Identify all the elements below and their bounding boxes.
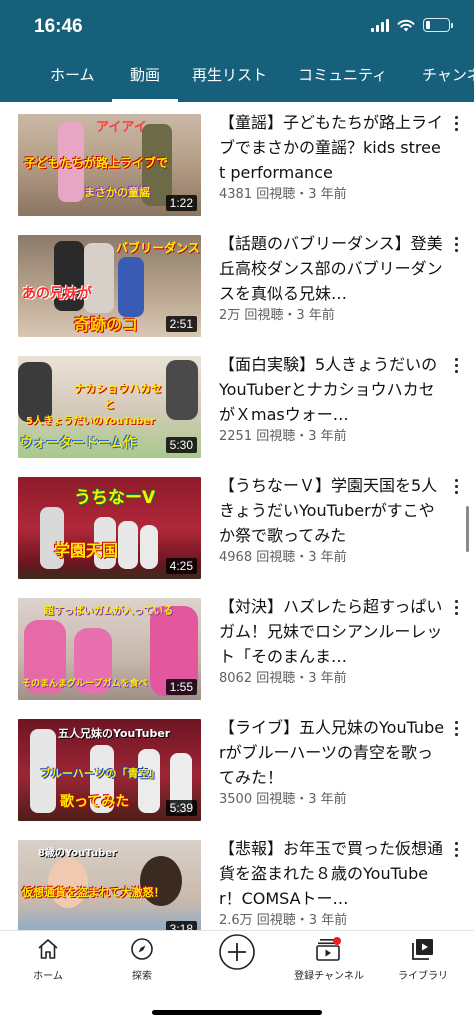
thumbnail-text: アイアイ <box>96 120 147 135</box>
duration-badge: 1:55 <box>165 679 197 695</box>
nav-explore[interactable]: 探索 <box>97 937 187 982</box>
thumbnail-text: 五人兄妹のYouTuber <box>58 727 171 740</box>
video-title[interactable]: 【対決】ハズレたら超すっぱいガム！兄妹でロシアンルーレット「そのまんま… <box>219 594 445 669</box>
tab-home[interactable]: ホーム <box>50 58 95 102</box>
video-title[interactable]: 【悲報】お年玉で買った仮想通貨を盗まれた８歳のYouTuber！COMSAトー… <box>219 836 445 911</box>
thumbnail-text: まさかの童謡 <box>84 186 150 199</box>
nav-home[interactable]: ホーム <box>3 937 93 982</box>
subscriptions-icon <box>316 937 341 961</box>
thumbnail-text: 5人きょうだいのYouTuber <box>26 416 155 427</box>
tab-channels[interactable]: チャンネル <box>422 58 474 102</box>
video-title[interactable]: 【話題のバブリーダンス】登美丘高校ダンス部のバブリーダンスを真似る兄妹… <box>219 231 445 306</box>
video-meta: 2251 回視聴・3 年前 <box>219 429 347 444</box>
battery-icon <box>423 18 453 32</box>
nav-library-label: ライブラリ <box>398 971 448 982</box>
video-meta: 2万 回視聴・3 年前 <box>219 308 335 323</box>
video-thumbnail[interactable]: 超すっぱいガムが入っている そのまんまグループガムを食べ 1:55 <box>18 598 201 700</box>
nav-create[interactable] <box>192 933 282 977</box>
duration-badge: 3:18 <box>165 921 197 930</box>
thumbnail-text: 仮想通貨を盗まれて大激怒！ <box>22 886 165 899</box>
nav-subscriptions[interactable]: 登録チャンネル <box>284 937 374 982</box>
more-options-icon[interactable] <box>449 354 463 376</box>
thumbnail-text: 奇跡のコ <box>74 315 139 334</box>
thumbnail-text: 子どもたちが路上ライブで <box>24 156 169 170</box>
more-options-icon[interactable] <box>449 596 463 618</box>
thumbnail-text: と <box>104 398 115 411</box>
tab-videos[interactable]: 動画 <box>112 58 178 102</box>
create-plus-icon <box>219 934 255 970</box>
video-thumbnail[interactable]: アイアイ 子どもたちが路上ライブで まさかの童謡 1:22 <box>18 114 201 216</box>
thumbnail-text: バブリーダンス <box>116 241 200 255</box>
tab-playlists[interactable]: 再生リスト <box>192 58 267 102</box>
scrollbar[interactable] <box>466 506 469 552</box>
video-meta: 8062 回視聴・3 年前 <box>219 671 347 686</box>
video-meta: 4968 回視聴・3 年前 <box>219 550 347 565</box>
status-time: 16:46 <box>34 16 83 37</box>
duration-badge: 4:25 <box>165 558 197 574</box>
more-options-icon[interactable] <box>449 838 463 860</box>
video-meta: 3500 回視聴・3 年前 <box>219 792 347 807</box>
thumbnail-text: 歌ってみた <box>60 794 130 810</box>
thumbnail-text: そのまんまグループガムを食べ <box>22 679 148 689</box>
duration-badge: 5:39 <box>165 800 197 816</box>
video-item[interactable]: うちなーV 学園天国 4:25 【うちなーＶ】学園天国を5人きょうだいYouTu… <box>0 465 474 585</box>
status-icons <box>371 18 453 32</box>
thumbnail-text: ウォータードーム作 <box>20 436 137 451</box>
thumbnail-text: 学園天国 <box>54 541 119 560</box>
duration-badge: 2:51 <box>165 316 197 332</box>
nav-subscriptions-label: 登録チャンネル <box>294 971 364 982</box>
video-title[interactable]: 【ライブ】五人兄妹のYouTuberがブルーハーツの青空を歌ってみた！ <box>219 715 445 790</box>
video-thumbnail[interactable]: うちなーV 学園天国 4:25 <box>18 477 201 579</box>
thumbnail-text: うちなーV <box>74 488 156 508</box>
video-title[interactable]: 【童謡】子どもたちが路上ライブでまさかの童謡？kids street perfo… <box>219 110 445 185</box>
video-item[interactable]: 五人兄妹のYouTuber ブルーハーツの「青空」 歌ってみた 5:39 【ライ… <box>0 707 474 827</box>
more-options-icon[interactable] <box>449 475 463 497</box>
more-options-icon[interactable] <box>449 112 463 134</box>
wifi-icon <box>397 19 415 31</box>
video-item[interactable]: 8歳のYouTuber 仮想通貨を盗まれて大激怒！ 3:18 【悲報】お年玉で買… <box>0 828 474 930</box>
thumbnail-text: 8歳のYouTuber <box>38 848 117 859</box>
status-bar: 16:46 <box>0 0 474 58</box>
duration-badge: 1:22 <box>165 195 197 211</box>
video-thumbnail[interactable]: 五人兄妹のYouTuber ブルーハーツの「青空」 歌ってみた 5:39 <box>18 719 201 821</box>
thumbnail-text: ブルーハーツの「青空」 <box>40 767 161 780</box>
nav-home-label: ホーム <box>33 971 63 982</box>
video-list: アイアイ 子どもたちが路上ライブで まさかの童謡 1:22 【童謡】子どもたちが… <box>0 102 474 930</box>
more-options-icon[interactable] <box>449 233 463 255</box>
home-icon <box>38 939 58 959</box>
video-item[interactable]: 超すっぱいガムが入っている そのまんまグループガムを食べ 1:55 【対決】ハズ… <box>0 586 474 706</box>
more-options-icon[interactable] <box>449 717 463 739</box>
tab-community[interactable]: コミュニティ <box>298 58 387 102</box>
video-thumbnail[interactable]: 8歳のYouTuber 仮想通貨を盗まれて大激怒！ 3:18 <box>18 840 201 930</box>
nav-explore-label: 探索 <box>132 971 152 982</box>
video-item[interactable]: バブリーダンス あの兄妹が 奇跡のコ 2:51 【話題のバブリーダンス】登美丘高… <box>0 223 474 343</box>
video-meta: 4381 回視聴・3 年前 <box>219 187 347 202</box>
video-thumbnail[interactable]: バブリーダンス あの兄妹が 奇跡のコ 2:51 <box>18 235 201 337</box>
video-title[interactable]: 【うちなーＶ】学園天国を5人きょうだいYouTuberがすこやか祭で歌ってみた <box>219 473 445 548</box>
nav-library[interactable]: ライブラリ <box>378 937 468 982</box>
thumbnail-text: 超すっぱいガムが入っている <box>44 606 174 617</box>
battery-level <box>426 21 431 29</box>
duration-badge: 5:30 <box>165 437 197 453</box>
video-meta: 2.6万 回視聴・3 年前 <box>219 913 348 928</box>
video-item[interactable]: ナカショウハカセ と 5人きょうだいのYouTuber ウォータードーム作 5:… <box>0 344 474 464</box>
video-thumbnail[interactable]: ナカショウハカセ と 5人きょうだいのYouTuber ウォータードーム作 5:… <box>18 356 201 458</box>
video-item[interactable]: アイアイ 子どもたちが路上ライブで まさかの童謡 1:22 【童謡】子どもたちが… <box>0 102 474 222</box>
home-indicator[interactable] <box>152 1010 322 1015</box>
thumbnail-text: ナカショウハカセ <box>74 382 162 395</box>
channel-tabs: ホーム 動画 再生リスト コミュニティ チャンネル <box>0 58 474 102</box>
compass-icon <box>131 938 153 960</box>
library-icon <box>412 939 433 960</box>
video-title[interactable]: 【面白実験】5人きょうだいのYouTuberとナカショウハカセがＸmasウォー… <box>219 352 445 427</box>
thumbnail-text: あの兄妹が <box>22 286 92 302</box>
cellular-signal-icon <box>371 18 389 32</box>
